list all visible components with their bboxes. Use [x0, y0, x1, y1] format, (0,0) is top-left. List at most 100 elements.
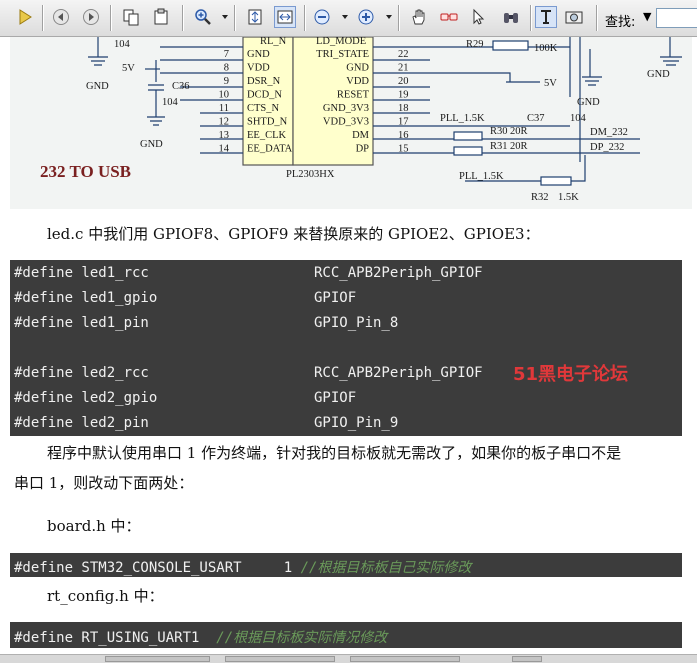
code-line: #define STM32_CONSOLE_USART 1 [14, 560, 301, 576]
glasses-icon[interactable] [438, 6, 460, 28]
r30-value-label: 20R [510, 126, 528, 137]
pin-number-left: 14 [219, 144, 230, 155]
toolbar-separator [398, 5, 400, 31]
pin-top-left: RL_N [260, 37, 287, 47]
cursor-icon[interactable] [468, 6, 490, 28]
pin-name-left: SHTD_N [247, 117, 288, 128]
pin-name-right: RESET [337, 90, 370, 101]
cap-top-label: 104 [114, 39, 131, 50]
find-dropdown-icon[interactable]: ▼ [643, 10, 651, 23]
code-line: #define led2_pin [14, 415, 149, 431]
code-line: #define led2_rcc [14, 365, 149, 381]
gnd-label-4: GND [647, 69, 670, 80]
pin-number-left: 10 [219, 90, 230, 101]
zoom-out-dropdown-arrow[interactable] [342, 15, 348, 19]
binoculars-icon[interactable] [500, 6, 522, 28]
code-line: #define led1_gpio [14, 290, 158, 306]
r32-label: R32 [531, 192, 549, 203]
code-block-rt-config: #define RT_USING_UART1 //根据目标板实际情况修改 [10, 622, 682, 648]
pin-name-left: EE_DATA [247, 144, 293, 155]
fit-page-icon[interactable] [244, 6, 266, 28]
snapshot-icon[interactable] [563, 6, 585, 28]
text-select-icon[interactable] [535, 6, 557, 28]
zoom-out-minus-icon[interactable] [311, 6, 333, 28]
v5-left-label: 5V [122, 63, 135, 74]
code-line: #define led2_gpio [14, 390, 158, 406]
pin-number-left: 7 [224, 49, 229, 60]
pin-number-left: 13 [219, 130, 230, 141]
pin-name-left: DSR_N [247, 76, 281, 87]
scroll-thumb[interactable] [512, 656, 542, 662]
pin-name-left: DCD_N [247, 90, 282, 101]
c37-label: C37 [527, 113, 545, 124]
r32-value-label: 1.5K [558, 192, 579, 203]
code-line: #define led1_pin [14, 315, 149, 331]
r31-value-label: 20R [510, 141, 528, 152]
pin-name-right: VDD [346, 76, 369, 87]
pin-name-right: TRI_STATE [316, 49, 369, 60]
chip-name: PL2303HX [286, 169, 335, 180]
r29-value-label: 100K [534, 43, 558, 54]
scroll-thumb[interactable] [105, 656, 210, 662]
r30-label: R30 [490, 126, 508, 137]
scroll-thumb[interactable] [350, 656, 460, 662]
toolbar-separator [234, 5, 236, 31]
c36-value-label: 104 [162, 97, 179, 108]
code-value: GPIO_Pin_9 [314, 415, 399, 431]
zoom-in-icon[interactable] [192, 6, 214, 28]
pin-number-right: 22 [398, 49, 409, 60]
code-value: GPIOF [314, 290, 357, 306]
pin-number-right: 19 [398, 90, 409, 101]
pin-name-right: GND_3V3 [323, 103, 369, 114]
pin-number-right: 21 [398, 63, 409, 74]
forward-icon[interactable] [80, 6, 102, 28]
watermark-text: 51黑电子论坛 [513, 364, 629, 385]
pin-number-left: 12 [219, 117, 230, 128]
paragraph-uart-line1: 程序中默认使用串口 1 作为终端，针对我的目标板就无需改了，如果你的板子串口不是 [47, 444, 622, 462]
scroll-thumb[interactable] [225, 656, 335, 662]
find-input[interactable] [656, 8, 697, 28]
find-label: 查找: [605, 15, 636, 30]
paste-page-icon[interactable] [150, 6, 172, 28]
paragraph-rt-config: rt_config.h 中： [47, 587, 164, 605]
play-icon[interactable] [14, 6, 36, 28]
toolbar-separator [42, 5, 44, 31]
copy-page-icon[interactable] [120, 6, 142, 28]
pin-name-right: GND [346, 63, 369, 74]
paragraph-board-h: board.h 中： [47, 517, 141, 535]
gnd-label-2: GND [140, 139, 163, 150]
pll2-label: PLL_1.5K [459, 171, 504, 182]
zoom-in-dropdown-arrow[interactable] [386, 15, 392, 19]
paragraph-led-c: led.c 中我们用 GPIOF8、GPIOF9 来替换原来的 GPIOE2、G… [47, 225, 540, 243]
v5-right-label: 5V [544, 78, 557, 89]
zoom-dropdown-arrow[interactable] [222, 15, 228, 19]
code-value: RCC_APB2Periph_GPIOF [314, 365, 483, 381]
toolbar-separator [304, 5, 306, 31]
fit-width-icon[interactable] [274, 6, 296, 28]
toolbar-separator [596, 5, 598, 31]
back-icon[interactable] [50, 6, 72, 28]
pin-name-right: DP [356, 144, 370, 155]
pin-number-left: 9 [224, 76, 229, 87]
pin-number-right: 15 [398, 144, 409, 155]
code-line: #define led1_rcc [14, 265, 149, 281]
code-value: GPIOF [314, 390, 357, 406]
c36-label: C36 [172, 81, 190, 92]
pin-name-left: GND [247, 49, 270, 60]
hand-tool-icon[interactable] [408, 6, 430, 28]
r29-label: R29 [466, 39, 484, 50]
zoom-in-plus-icon[interactable] [355, 6, 377, 28]
toolbar-separator [182, 5, 184, 31]
gnd-label-3: GND [577, 97, 600, 108]
pin-number-right: 16 [398, 130, 409, 141]
pin-number-right: 20 [398, 76, 409, 87]
pll1-label: PLL_1.5K [440, 113, 485, 124]
code-line: #define RT_USING_UART1 [14, 630, 217, 646]
toolbar: 查找: ▼ [0, 0, 697, 37]
pin-name-left: VDD [247, 63, 270, 74]
code-block-board-h: #define STM32_CONSOLE_USART 1 //根据目标板自己实… [10, 553, 682, 577]
toolbar-separator [110, 5, 112, 31]
gnd-label-1: GND [86, 81, 109, 92]
schematic-title: 232 TO USB [40, 162, 131, 181]
pin-name-left: EE_CLK [247, 130, 286, 141]
